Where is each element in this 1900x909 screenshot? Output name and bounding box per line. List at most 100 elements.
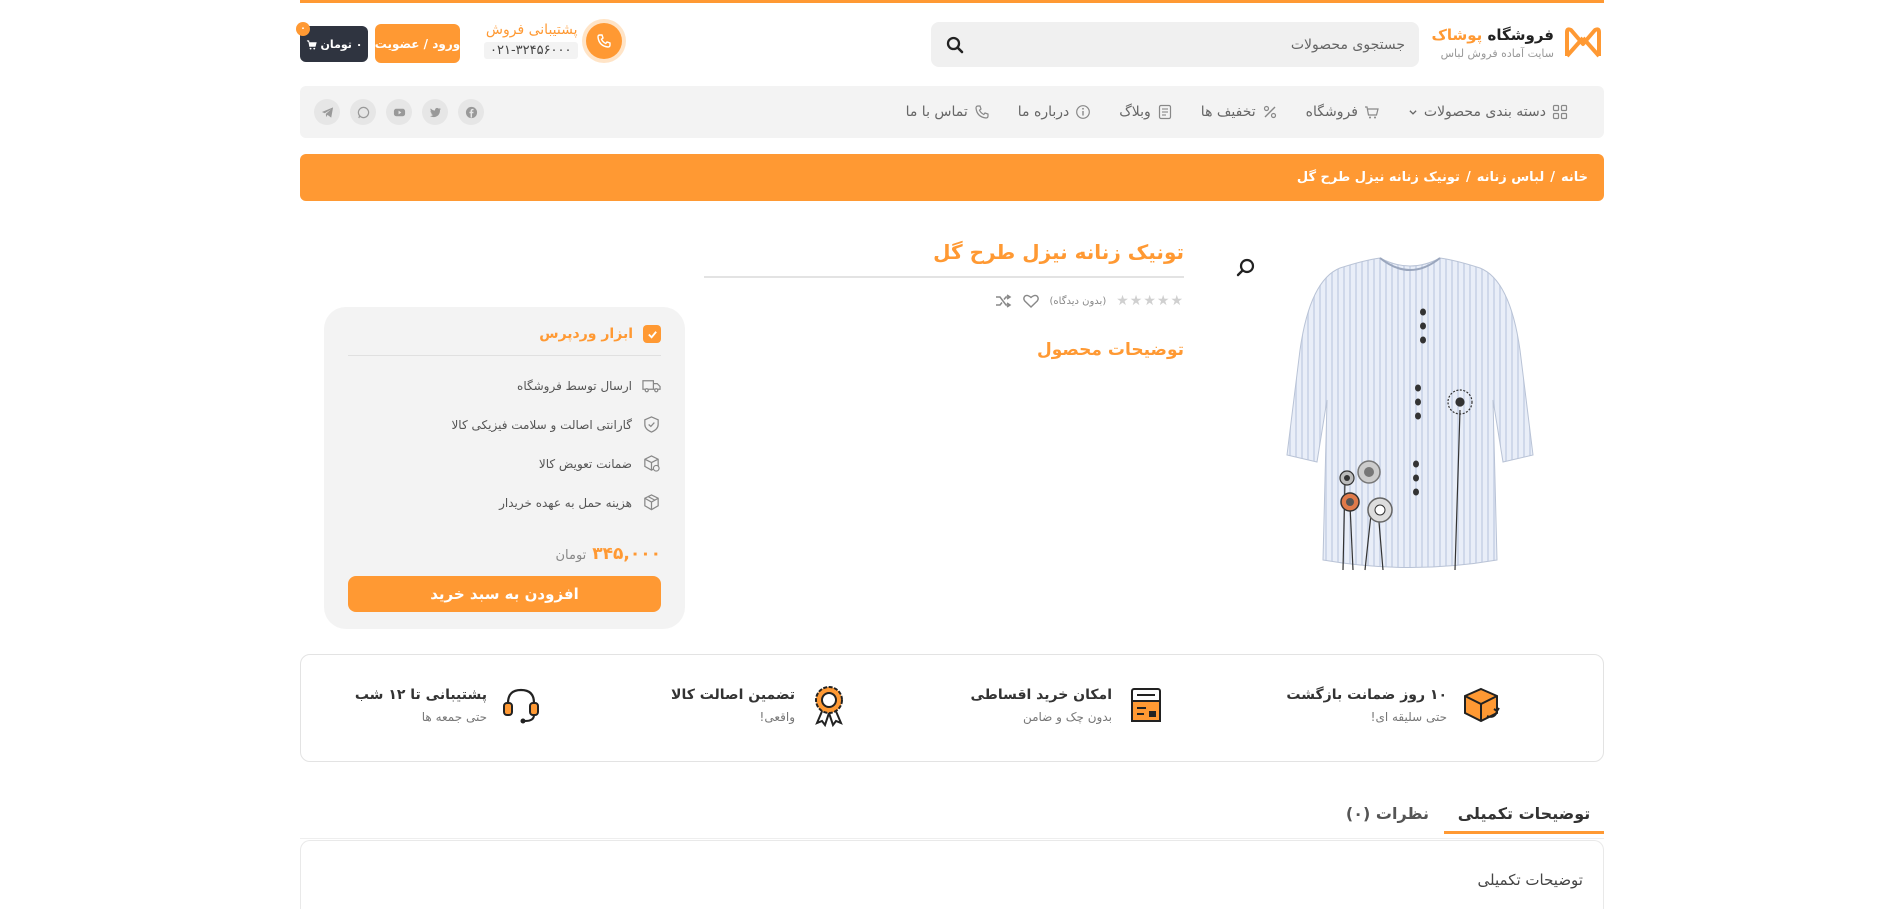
nav-item-shop[interactable]: فروشگاه	[1306, 104, 1380, 120]
feature-title: پشتیبانی تا ۱۲ شب	[354, 686, 487, 703]
tab-panel: توضیحات تکمیلی	[300, 840, 1604, 909]
feature-subtitle: حتی جمعه ها	[421, 709, 487, 724]
blog-icon	[1158, 104, 1171, 120]
sales-support[interactable]: پشتیبانی فروش ۰۲۱-۳۲۴۵۶۰۰۰	[484, 22, 622, 59]
basket-icon	[1364, 106, 1379, 119]
invoice-icon	[1131, 688, 1161, 722]
feature-authenticity: تضمین اصالت کالا واقعی!	[671, 683, 851, 727]
search-icon[interactable]	[945, 35, 965, 55]
truck-icon	[642, 380, 661, 393]
cart-count-badge: ۰	[296, 22, 310, 36]
shield-icon	[644, 416, 659, 433]
product-meta: ★★★★★ (بدون دیدگاه)	[704, 292, 1184, 310]
phone-circle	[585, 22, 622, 59]
nav-label-blog: وبلاگ	[1119, 104, 1151, 120]
login-register-button[interactable]: ورود / عضویت	[375, 24, 460, 63]
rating-stars: ★★★★★	[1116, 293, 1184, 309]
breadcrumb-separator: /	[1465, 170, 1471, 185]
buybox-feature: گارانتی اصالت و سلامت فیزیکی کالا	[348, 415, 661, 434]
zoom-icon[interactable]	[1235, 256, 1257, 278]
tab-reviews[interactable]: نظرات (۰)	[1346, 804, 1429, 831]
price-value: ۳۴۵,۰۰۰	[592, 544, 661, 564]
telegram-link[interactable]	[314, 99, 340, 125]
buybox-feature: هزینه حمل به عهده خریدار	[348, 493, 661, 512]
nav-item-discounts[interactable]: تخفیف ها	[1201, 104, 1278, 120]
logo-tagline: سایت آماده فروش لباس	[1440, 47, 1554, 60]
search-input[interactable]	[965, 36, 1405, 53]
nav-item-blog[interactable]: وبلاگ	[1119, 104, 1173, 120]
phone-icon	[596, 33, 611, 48]
headset-icon	[503, 688, 539, 724]
add-to-cart-button[interactable]: افزودن به سبد خرید	[348, 576, 661, 612]
logo-mark-icon	[1565, 27, 1601, 58]
product-title: تونیک زنانه نیزل طرح گل	[933, 240, 1184, 264]
heart-icon[interactable]	[1022, 292, 1040, 310]
nav-label-discounts: تخفیف ها	[1200, 104, 1256, 120]
facebook-icon	[465, 106, 477, 118]
telegram-icon	[321, 106, 333, 118]
nav-item-categories[interactable]: دسته بندی محصولات	[1408, 104, 1568, 120]
box-exchange-icon	[644, 455, 660, 472]
twitter-link[interactable]	[422, 99, 448, 125]
feature-installments: امکان خرید اقساطی بدون چک و ضامن	[970, 683, 1168, 727]
tab-extra-info[interactable]: توضیحات تکمیلی	[1444, 804, 1604, 834]
breadcrumb-current: تونیک زنانه نیزل طرح گل	[1296, 170, 1460, 185]
breadcrumb-home[interactable]: خانه	[1561, 170, 1588, 185]
facebook-link[interactable]	[458, 99, 484, 125]
logo-name-1: فروشگاه	[1487, 26, 1554, 44]
nav-label-categories: دسته بندی محصولات	[1423, 104, 1546, 120]
feature-title: تضمین اصالت کالا	[671, 686, 795, 703]
package-icon	[644, 494, 659, 511]
buybox-feature: ارسال توسط فروشگاه	[348, 376, 661, 395]
breadcrumb-category[interactable]: لباس زنانه	[1477, 170, 1545, 185]
top-accent-bar	[300, 0, 1604, 3]
whatsapp-icon	[357, 106, 369, 118]
cart-total: ۰ تومان	[320, 37, 363, 51]
reviews-count[interactable]: (بدون دیدگاه)	[1050, 296, 1107, 307]
product-summary: تونیک زنانه نیزل طرح گل ★★★★★ (بدون دیدگ…	[704, 240, 1184, 360]
feature-title: ۱۰ روز ضمانت بازگشت	[1286, 686, 1447, 703]
breadcrumb-separator: /	[1550, 170, 1555, 185]
buybox-heading-text: ابزار وردپرس	[539, 326, 633, 342]
nav-item-contact[interactable]: تماس با ما	[906, 104, 990, 120]
feature-label: ارسال توسط فروشگاه	[517, 378, 632, 393]
nav-label-about: درباره ما	[1017, 104, 1070, 120]
compare-icon[interactable]	[994, 292, 1012, 310]
chevron-down-icon	[1409, 110, 1417, 115]
feature-subtitle: حتی سلیقه ای!	[1370, 709, 1447, 724]
nav-item-about[interactable]: درباره ما	[1018, 104, 1091, 120]
social-links	[314, 99, 484, 125]
cart-button[interactable]: ۰ ۰ تومان	[296, 22, 368, 62]
main-nav: دسته بندی محصولات فروشگاه تخفیف ها وبلاگ…	[300, 86, 1604, 138]
youtube-link[interactable]	[386, 99, 412, 125]
product-image[interactable]	[1265, 240, 1555, 600]
site-logo[interactable]: فروشگاه پوشاک سایت آماده فروش لباس	[1404, 22, 1604, 64]
feature-label: گارانتی اصالت و سلامت فیزیکی کالا	[451, 417, 632, 432]
logo-text: فروشگاه پوشاک سایت آماده فروش لباس	[1432, 26, 1554, 60]
badge-icon	[815, 686, 843, 727]
panel-title: توضیحات تکمیلی	[1477, 871, 1583, 889]
features-strip: ۱۰ روز ضمانت بازگشت حتی سلیقه ای! امکان خ…	[300, 654, 1604, 762]
logo-name-2: پوشاک	[1431, 26, 1483, 44]
feature-return: ۱۰ روز ضمانت بازگشت حتی سلیقه ای!	[1286, 683, 1503, 727]
breadcrumb: خانه / لباس زنانه / تونیک زنانه نیزل طرح…	[300, 154, 1604, 201]
description-heading: توضیحات محصول	[1037, 340, 1184, 360]
feature-label: ضمانت تعویض کالا	[538, 456, 632, 471]
title-divider	[704, 276, 1184, 278]
price: تومان ۳۴۵,۰۰۰	[348, 544, 661, 564]
twitter-icon	[429, 107, 441, 117]
nav-label-contact: تماس با ما	[905, 104, 968, 120]
grid-icon	[1552, 104, 1568, 120]
feature-label: هزینه حمل به عهده خریدار	[499, 495, 632, 510]
site-header: فروشگاه پوشاک سایت آماده فروش لباس پشتیب…	[296, 18, 1604, 68]
buybox-heading: ابزار وردپرس	[348, 325, 661, 356]
feature-support: پشتیبانی تا ۱۲ شب حتی جمعه ها	[355, 683, 543, 727]
search-bar	[931, 22, 1419, 67]
percent-icon	[1263, 105, 1276, 119]
feature-subtitle: واقعی!	[759, 709, 795, 724]
price-currency: تومان	[555, 548, 587, 563]
support-label: پشتیبانی فروش	[485, 22, 578, 38]
whatsapp-link[interactable]	[350, 99, 376, 125]
nav-menu: دسته بندی محصولات فروشگاه تخفیف ها وبلاگ…	[906, 86, 1568, 138]
feature-subtitle: بدون چک و ضامن	[1022, 709, 1112, 724]
